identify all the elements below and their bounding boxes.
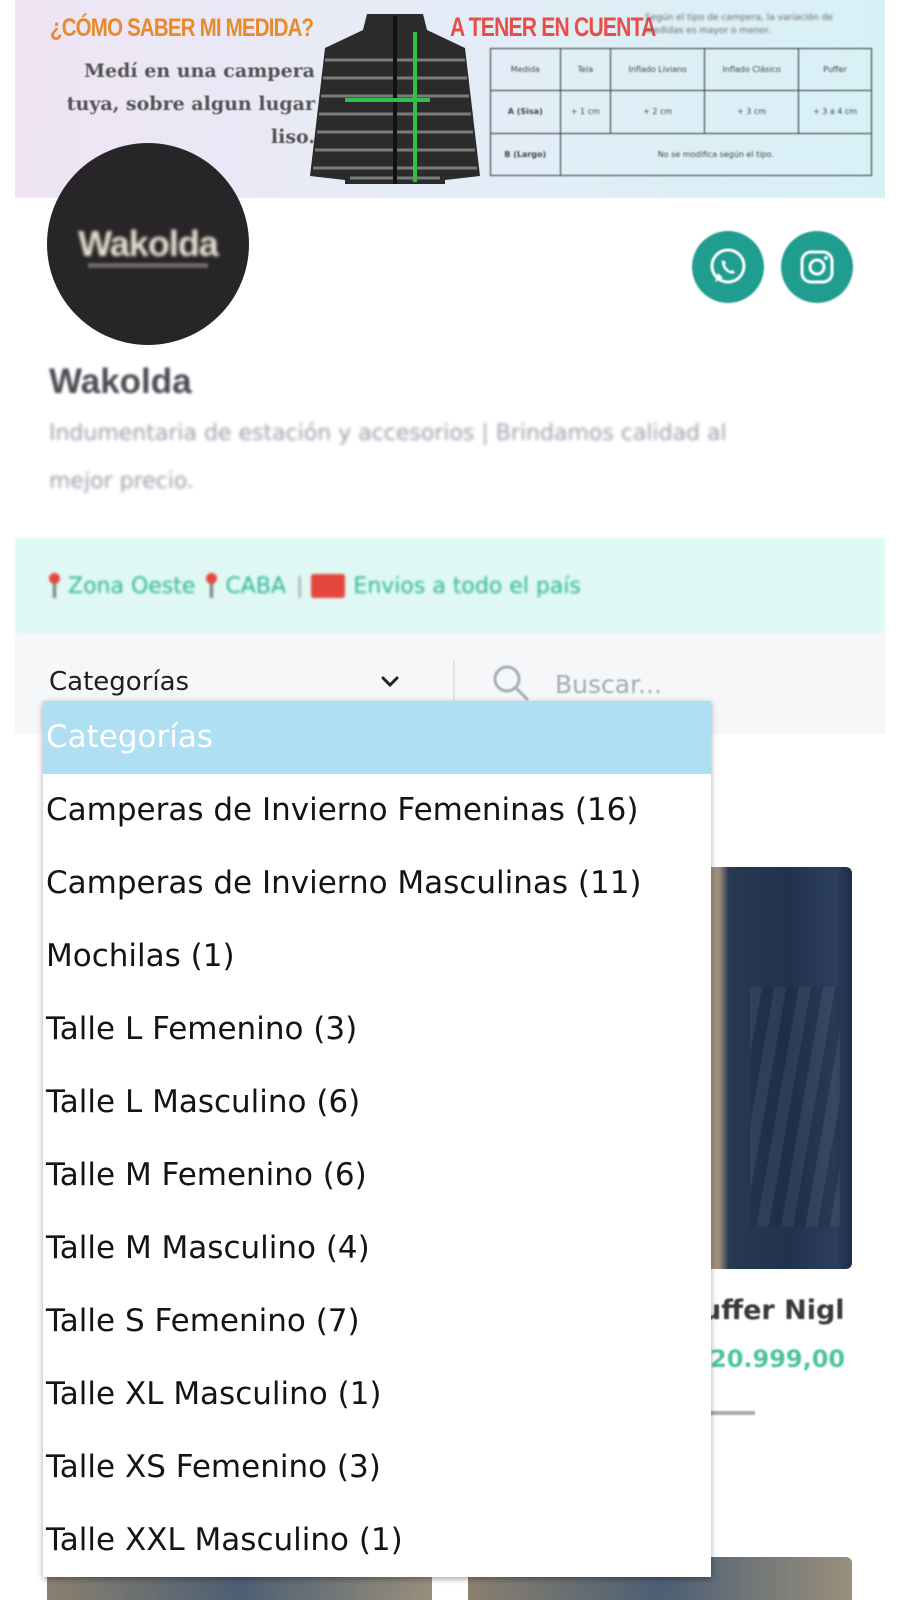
whatsapp-icon: [710, 248, 746, 284]
zone-oeste-label: Zona Oeste: [68, 573, 196, 599]
dropdown-option-talle-s-femenino[interactable]: Talle S Femenino (7): [43, 1285, 711, 1358]
dropdown-option-talle-l-masculino[interactable]: Talle L Masculino (6): [43, 1066, 711, 1139]
store-logo: Wakolda: [47, 143, 249, 345]
table-header: Tela: [559, 47, 612, 92]
banner-instructions: Medí en una campera tuya, sobre algun lu…: [66, 60, 315, 148]
zone-caba-label: CABA: [225, 573, 286, 599]
table-header: Medida: [490, 47, 561, 92]
instagram-button[interactable]: [781, 231, 853, 303]
dropdown-option-camperas-femeninas[interactable]: Camperas de Invierno Femeninas (16): [43, 774, 711, 847]
dropdown-option-camperas-masculinas[interactable]: Camperas de Invierno Masculinas (11): [43, 847, 711, 920]
shipping-label: Envios a todo el país: [353, 573, 581, 599]
table-cell: A (Sisa): [490, 90, 561, 134]
search-icon[interactable]: [489, 661, 533, 705]
instagram-icon: [800, 250, 834, 284]
dropdown-option-talle-xs-femenino[interactable]: Talle XS Femenino (3): [43, 1431, 711, 1504]
product-price: 20.999,00: [710, 1345, 846, 1373]
table-cell: + 2 cm: [610, 90, 706, 134]
table-header: Inflado Clásico: [704, 47, 800, 92]
dropdown-option-talle-m-masculino[interactable]: Talle M Masculino (4): [43, 1212, 711, 1285]
category-dropdown-list: Categorías Camperas de Invierno Femenina…: [43, 701, 711, 1577]
table-header: Inflado Liviano: [610, 47, 706, 92]
truck-icon: [311, 574, 346, 598]
whatsapp-button[interactable]: [692, 231, 764, 303]
banner-title: ¿CÓMO SABER MI MEDIDA?: [50, 14, 314, 42]
category-select[interactable]: Categorías: [49, 667, 429, 697]
table-row: B (Largo) No se modifica según el tipo.: [490, 132, 873, 177]
dropdown-option-talle-xl-masculino[interactable]: Talle XL Masculino (1): [43, 1358, 711, 1431]
product-name[interactable]: uffer Nigl: [702, 1295, 845, 1326]
table-cell: + 3 a 4 cm: [798, 90, 872, 134]
table-cell: + 1 cm: [559, 90, 612, 134]
table-cell: + 3 cm: [704, 90, 800, 134]
info-strip: Zona Oeste CABA | Envios a todo el país: [15, 538, 885, 634]
search-input[interactable]: [555, 664, 855, 704]
size-table: Medida Tela Inflado Liviano Inflado Clás…: [490, 47, 873, 177]
info-separator: |: [296, 573, 304, 599]
dropdown-option-categorias[interactable]: Categorías: [43, 701, 711, 774]
banner-title-note: A TENER EN CUENTA: [450, 12, 656, 42]
banner-note: Según el tipo de campera, la variación d…: [645, 13, 833, 36]
store-name: Wakolda: [49, 362, 192, 401]
store-description: Indumentaria de estación y accesorios | …: [49, 421, 727, 494]
table-row: Medida Tela Inflado Liviano Inflado Clás…: [490, 47, 872, 92]
product-image[interactable]: [690, 867, 852, 1269]
table-row: A (Sisa) + 1 cm + 2 cm + 3 cm + 3 a 4 cm: [490, 90, 872, 134]
filter-divider: [453, 660, 455, 704]
dropdown-option-talle-m-femenino[interactable]: Talle M Femenino (6): [43, 1139, 711, 1212]
table-header: Puffer: [798, 47, 872, 92]
table-cell: No se modifica según el tipo.: [559, 132, 873, 177]
chevron-down-icon[interactable]: [379, 670, 401, 692]
dropdown-option-talle-l-femenino[interactable]: Talle L Femenino (3): [43, 993, 711, 1066]
map-pin-icon: [205, 573, 218, 599]
dropdown-option-mochilas[interactable]: Mochilas (1): [43, 920, 711, 993]
map-pin-icon: [48, 573, 60, 599]
table-cell: B (Largo): [490, 132, 561, 177]
logo-tagline-bar: [88, 263, 208, 268]
logo-text: Wakolda: [78, 223, 219, 264]
dropdown-option-talle-xxl-masculino[interactable]: Talle XXL Masculino (1): [43, 1504, 711, 1577]
